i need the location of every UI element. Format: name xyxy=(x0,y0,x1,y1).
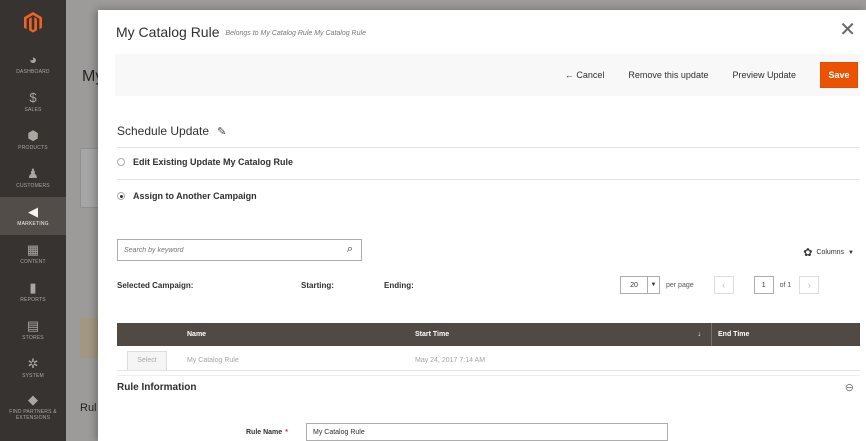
pagination: 20 ▼ per page ‹ 1 of 1 › xyxy=(620,276,820,294)
grid-cell-action: Select xyxy=(117,350,187,371)
admin-sidebar: ◕ DASHBOARD $ SALES ⬢ PRODUCTS ♟ CUSTOME… xyxy=(0,0,66,441)
rule-information-title[interactable]: Rule Information xyxy=(117,382,196,393)
dashboard-icon: ◕ xyxy=(29,52,37,67)
schedule-update-title: Schedule Update xyxy=(117,124,210,138)
nav-marketing[interactable]: ◀ MARKETING xyxy=(0,197,66,235)
close-icon[interactable]: ✕ xyxy=(839,20,856,40)
nav-customers[interactable]: ♟ CUSTOMERS xyxy=(0,159,66,197)
grid-cell-name: My Catalog Rule xyxy=(187,357,239,364)
nav-label: CUSTOMERS xyxy=(16,183,50,189)
schedule-update-heading: Schedule Update ✎ xyxy=(117,124,226,138)
nav-label: DASHBOARD xyxy=(16,69,50,75)
gear-icon: ✲ xyxy=(27,356,39,371)
caret-down-icon: ▼ xyxy=(848,249,854,256)
radio-edit-existing[interactable]: Edit Existing Update My Catalog Rule xyxy=(117,157,293,167)
page-total: of 1 xyxy=(779,281,792,289)
schedule-update-modal: My Catalog Rule Belongs to My Catalog Ru… xyxy=(98,10,866,441)
radio-button[interactable] xyxy=(117,158,125,166)
search-input[interactable] xyxy=(124,246,334,254)
grid-header-name[interactable]: Name xyxy=(187,331,415,338)
nav-label: CONTENT xyxy=(20,259,46,265)
radio-assign-campaign[interactable]: Assign to Another Campaign xyxy=(117,191,257,201)
per-page-select[interactable]: 20 ▼ xyxy=(620,276,660,294)
pencil-icon[interactable]: ✎ xyxy=(217,125,226,138)
divider xyxy=(117,370,860,371)
select-button[interactable]: Select xyxy=(127,350,167,371)
magento-logo[interactable] xyxy=(0,0,66,45)
nav-label: PRODUCTS xyxy=(18,145,48,151)
grid-header-end-time[interactable]: End Time xyxy=(712,331,749,338)
store-icon: ▤ xyxy=(26,318,40,333)
person-icon: ♟ xyxy=(27,166,39,181)
rule-name-label: Rule Name * xyxy=(246,429,288,436)
nav-partners[interactable]: ◆ FIND PARTNERS & EXTENSIONS xyxy=(0,387,66,427)
prev-page-button[interactable]: ‹ xyxy=(713,276,734,294)
nav-reports[interactable]: ▮ REPORTS xyxy=(0,273,66,311)
screen: ◕ DASHBOARD $ SALES ⬢ PRODUCTS ♟ CUSTOME… xyxy=(0,0,866,441)
megaphone-icon: ◀ xyxy=(28,204,38,219)
gear-icon: ✿ xyxy=(803,247,813,259)
nav-dashboard[interactable]: ◕ DASHBOARD xyxy=(0,45,66,83)
radio-label: Assign to Another Campaign xyxy=(133,191,257,201)
columns-dropdown[interactable]: ✿ Columns ▼ xyxy=(803,246,854,259)
starting-label: Starting: xyxy=(301,281,334,290)
per-page-label: per page xyxy=(666,281,694,289)
save-button[interactable]: Save xyxy=(820,62,858,88)
radio-label: Edit Existing Update My Catalog Rule xyxy=(133,157,294,167)
table-row: Select My Catalog Rule May 24, 2017 7:14… xyxy=(117,346,860,376)
nav-label: STORES xyxy=(22,335,44,341)
search-icon[interactable]: ⌕ xyxy=(347,243,353,256)
modal-header: My Catalog Rule Belongs to My Catalog Ru… xyxy=(98,10,866,54)
divider xyxy=(117,179,860,180)
page-number-input[interactable]: 1 xyxy=(753,276,774,294)
next-page-button[interactable]: › xyxy=(799,276,820,294)
bar-chart-icon: ▮ xyxy=(29,280,37,295)
radio-button-selected[interactable] xyxy=(117,192,125,200)
required-asterisk: * xyxy=(285,429,288,436)
search-box: ⌕ xyxy=(117,239,362,261)
action-bar: ← Cancel Remove this update Preview Upda… xyxy=(115,54,860,96)
grid-header: Name Start Time ↓ End Time xyxy=(117,323,860,346)
modal-title: My Catalog Rule xyxy=(116,24,220,40)
remove-update-button[interactable]: Remove this update xyxy=(628,70,708,80)
preview-update-button[interactable]: Preview Update xyxy=(732,70,796,80)
campaign-grid: Name Start Time ↓ End Time Select My Cat… xyxy=(117,323,860,376)
content-icon: ▦ xyxy=(26,242,40,257)
dollar-icon: $ xyxy=(29,90,37,105)
nav-label: MARKETING xyxy=(17,221,49,227)
per-page-value: 20 xyxy=(630,281,638,289)
partners-icon: ◆ xyxy=(28,392,38,407)
nav-content[interactable]: ▦ CONTENT xyxy=(0,235,66,273)
caret-down-icon: ▼ xyxy=(647,277,659,293)
nav-stores[interactable]: ▤ STORES xyxy=(0,311,66,349)
nav-products[interactable]: ⬢ PRODUCTS xyxy=(0,121,66,159)
grid-header-start-time[interactable]: Start Time ↓ xyxy=(415,323,712,346)
selected-campaign-label: Selected Campaign: xyxy=(117,281,194,290)
modal-subtitle: Belongs to My Catalog Rule My Catalog Ru… xyxy=(225,29,366,37)
rule-name-label-text: Rule Name xyxy=(246,429,283,436)
nav-sales[interactable]: $ SALES xyxy=(0,83,66,121)
rule-name-input[interactable]: My Catalog Rule xyxy=(306,423,668,441)
grid-cell-start-text: May 24, 2017 7:14 AM xyxy=(415,357,486,364)
divider xyxy=(117,147,860,148)
collapse-icon[interactable]: ⊖ xyxy=(845,381,854,394)
ending-label: Ending: xyxy=(384,281,414,290)
grid-header-start-label: Start Time xyxy=(415,331,450,338)
nav-label: REPORTS xyxy=(20,297,46,303)
nav-label: SALES xyxy=(24,107,42,113)
columns-label: Columns xyxy=(816,249,845,256)
cancel-button[interactable]: ← Cancel xyxy=(565,70,605,80)
cube-icon: ⬢ xyxy=(27,128,39,143)
nav-label: SYSTEM xyxy=(22,373,44,379)
sort-arrow-icon: ↓ xyxy=(697,331,702,338)
nav-system[interactable]: ✲ SYSTEM xyxy=(0,349,66,387)
magento-logo-icon xyxy=(24,12,42,33)
nav-label: FIND PARTNERS & EXTENSIONS xyxy=(9,409,57,421)
